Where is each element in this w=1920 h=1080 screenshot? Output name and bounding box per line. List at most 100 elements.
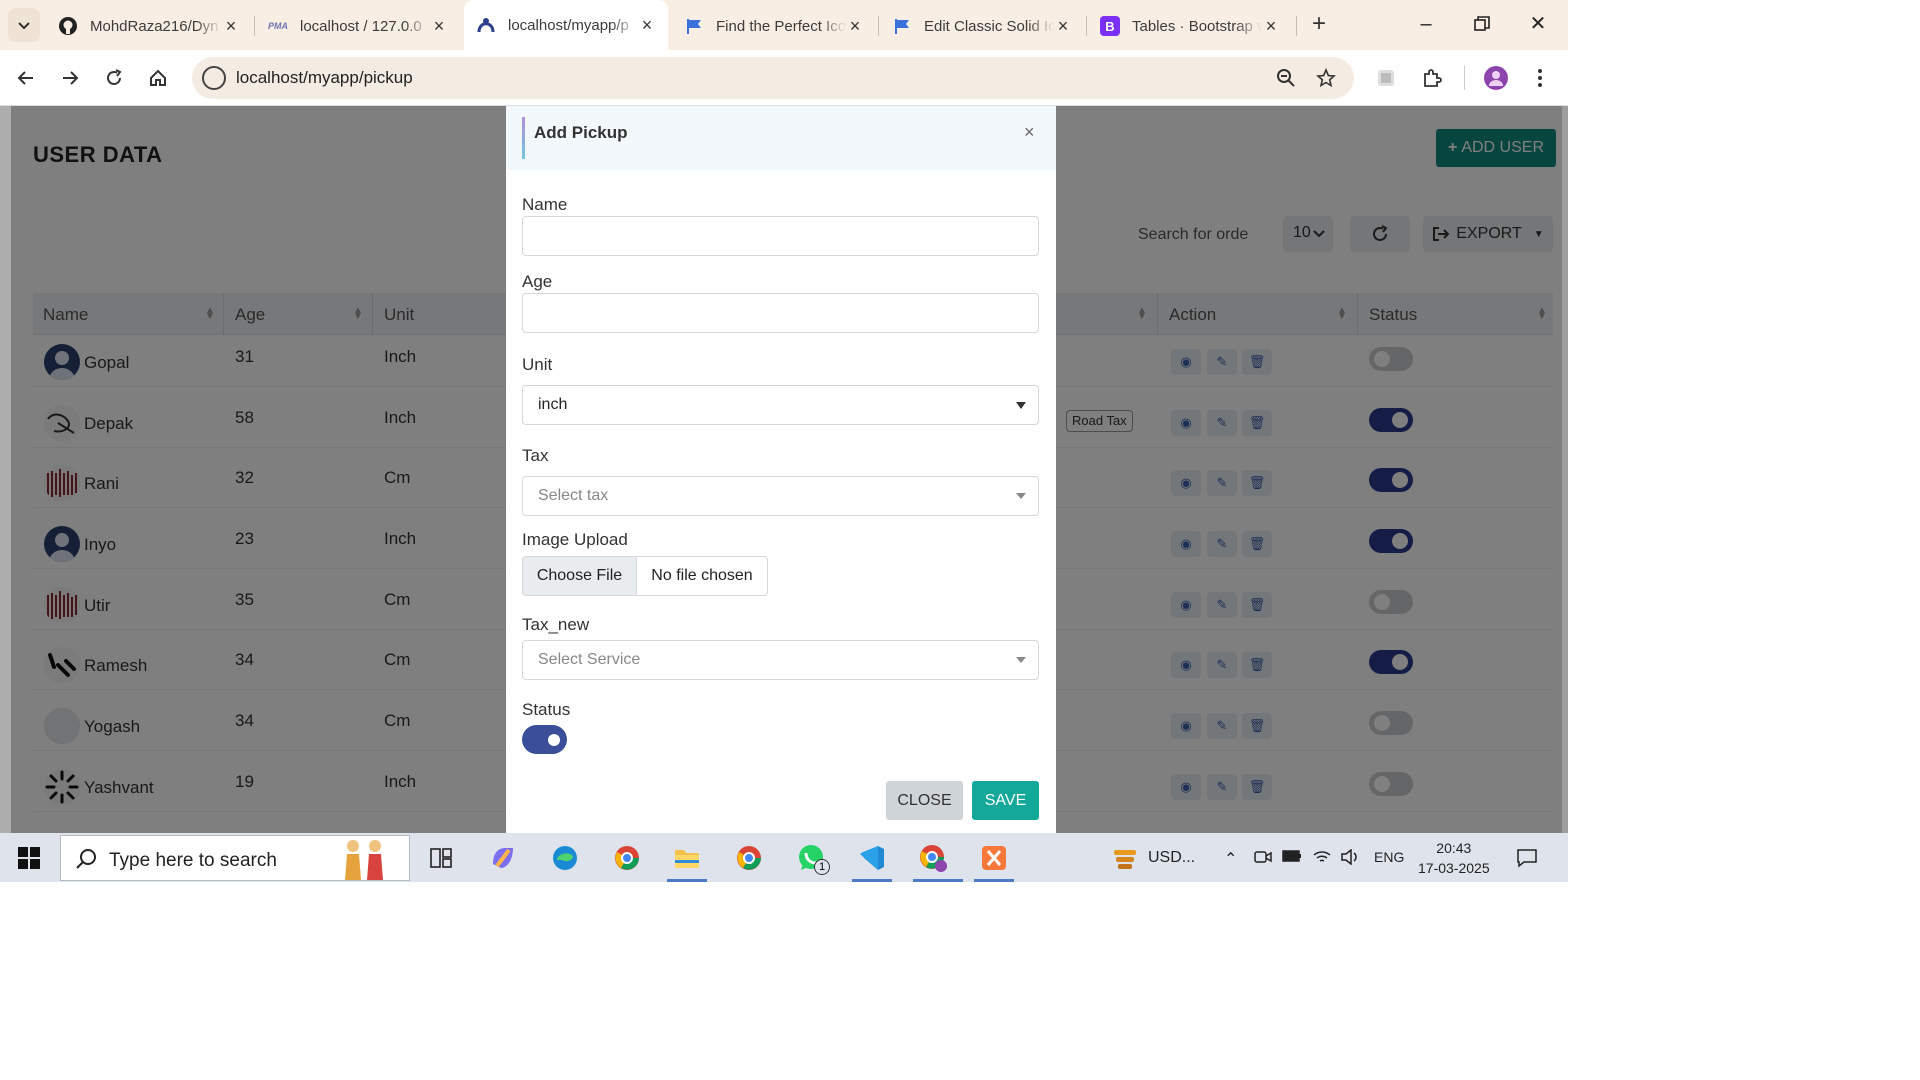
windows-taskbar: Type here to search 1 USD... ⌃ ENG 20:43… xyxy=(0,833,1568,882)
forward-arrow-icon[interactable] xyxy=(54,62,86,94)
running-indicator xyxy=(974,879,1014,882)
edge-browser-icon[interactable] xyxy=(548,841,582,875)
show-hidden-icons-icon[interactable]: ⌃ xyxy=(1224,849,1237,869)
clock-date: 17-03-2025 xyxy=(1418,860,1490,876)
browser-tab-fontawesome-edit[interactable]: Edit Classic Solid Ic × xyxy=(880,6,1084,46)
profile-avatar[interactable] xyxy=(1480,62,1512,94)
whatsapp-badge: 1 xyxy=(814,859,830,875)
close-tab-icon[interactable]: × xyxy=(1054,16,1072,37)
image-upload-input[interactable]: Choose File No file chosen xyxy=(522,556,768,596)
tax-select[interactable]: Select tax xyxy=(522,476,1039,516)
running-indicator xyxy=(913,879,963,882)
browser-menu-icon[interactable] xyxy=(1524,62,1556,94)
task-view-icon[interactable] xyxy=(424,841,458,875)
tab-title: localhost / 127.0.0 xyxy=(300,17,422,35)
tab-search-button[interactable] xyxy=(8,8,40,42)
name-label: Name xyxy=(522,195,568,214)
extension-icon[interactable] xyxy=(1370,62,1402,94)
choose-file-button[interactable]: Choose File xyxy=(523,557,637,595)
reload-icon[interactable] xyxy=(98,62,130,94)
close-tab-icon[interactable]: × xyxy=(1262,16,1280,37)
restore-window-icon[interactable] xyxy=(1462,10,1502,40)
unit-select[interactable]: inch xyxy=(522,385,1039,425)
tab-title: Find the Perfect Ico xyxy=(716,17,846,35)
address-bar[interactable]: localhost/myapp/pickup xyxy=(192,57,1354,99)
age-field[interactable] xyxy=(522,293,1039,333)
tray-widget-text[interactable]: USD... xyxy=(1148,849,1195,867)
tax-new-label: Tax_new xyxy=(522,615,590,634)
tax-placeholder: Select tax xyxy=(538,487,609,504)
close-tab-icon[interactable]: × xyxy=(846,16,864,37)
github-icon xyxy=(58,16,78,36)
url-text[interactable]: localhost/myapp/pickup xyxy=(236,68,413,88)
save-button[interactable]: SAVE xyxy=(972,781,1039,820)
bookmark-star-icon[interactable] xyxy=(1314,66,1338,90)
xampp-icon[interactable] xyxy=(977,841,1011,875)
volume-icon[interactable] xyxy=(1340,848,1360,870)
bootstrap-icon: B xyxy=(1100,16,1120,36)
browser-toolbar: localhost/myapp/pickup xyxy=(0,50,1568,106)
browser-tab-fontawesome-find[interactable]: Find the Perfect Ico × xyxy=(672,6,876,46)
modal-title: Add Pickup xyxy=(534,123,628,142)
windows-start-icon[interactable] xyxy=(18,847,40,869)
wifi-icon[interactable] xyxy=(1312,849,1332,870)
running-indicator xyxy=(667,879,707,882)
taskbar-search-box[interactable]: Type here to search xyxy=(60,835,410,881)
search-highlight-figures-icon xyxy=(345,840,383,880)
page-scrollbar[interactable] xyxy=(1562,106,1568,833)
weather-icon[interactable] xyxy=(1108,841,1142,875)
browser-tab-strip: MohdRaza216/Dyn × PMA localhost / 127.0.… xyxy=(0,0,1568,50)
vscode-icon[interactable] xyxy=(855,841,889,875)
fontawesome-flag-icon xyxy=(684,16,704,36)
browser-tab-bootstrap[interactable]: B Tables · Bootstrap v × xyxy=(1088,6,1292,46)
chrome-icon[interactable] xyxy=(732,841,766,875)
new-tab-button[interactable]: + xyxy=(1306,10,1332,40)
caret-down-icon xyxy=(1016,493,1026,499)
tab-title: Tables · Bootstrap v xyxy=(1132,17,1262,35)
add-pickup-modal: Add Pickup × Name Age Unit inch Tax Sele… xyxy=(506,106,1056,833)
language-indicator[interactable]: ENG xyxy=(1374,849,1404,865)
left-edge xyxy=(0,106,11,833)
name-field[interactable] xyxy=(522,216,1039,256)
extensions-puzzle-icon[interactable] xyxy=(1416,62,1448,94)
close-button[interactable]: CLOSE xyxy=(886,781,963,820)
chrome-profile-icon[interactable] xyxy=(610,841,644,875)
notifications-icon[interactable] xyxy=(1510,841,1544,875)
chrome-active-icon[interactable] xyxy=(916,841,950,875)
status-toggle[interactable] xyxy=(522,725,567,754)
page-content: USER DATA + ADD USER Search for orde 10 … xyxy=(0,106,1568,833)
close-tab-icon[interactable]: × xyxy=(222,16,240,37)
zoom-icon[interactable] xyxy=(1274,66,1298,90)
home-icon[interactable] xyxy=(142,62,174,94)
close-window-icon[interactable]: ✕ xyxy=(1518,10,1558,40)
toolbar-divider xyxy=(1464,66,1465,90)
browser-tab-github[interactable]: MohdRaza216/Dyn × xyxy=(46,6,252,46)
tax-label: Tax xyxy=(522,446,549,465)
close-tab-icon[interactable]: × xyxy=(430,16,448,37)
caret-down-icon xyxy=(1016,657,1026,663)
minimize-window-icon[interactable]: – xyxy=(1406,10,1446,40)
site-info-icon[interactable] xyxy=(202,66,226,90)
file-explorer-icon[interactable] xyxy=(670,841,704,875)
chevron-down-icon xyxy=(18,22,30,30)
battery-icon[interactable] xyxy=(1282,849,1302,868)
meet-now-icon[interactable] xyxy=(1254,849,1272,870)
tax-new-placeholder: Select Service xyxy=(538,651,641,668)
file-name-text: No file chosen xyxy=(651,567,753,584)
tax-new-select[interactable]: Select Service xyxy=(522,640,1039,680)
clock-time: 20:43 xyxy=(1436,840,1472,856)
close-tab-icon[interactable]: × xyxy=(638,15,656,36)
browser-tab-myapp[interactable]: localhost/myapp/p × xyxy=(464,0,668,50)
taskbar-search-placeholder: Type here to search xyxy=(109,850,277,871)
modal-header: Add Pickup × xyxy=(506,106,1056,170)
unit-label: Unit xyxy=(522,355,553,374)
whatsapp-icon[interactable]: 1 xyxy=(794,841,830,875)
close-icon[interactable]: × xyxy=(1024,122,1035,143)
system-clock[interactable]: 20:43 17-03-2025 xyxy=(1418,838,1490,878)
back-arrow-icon[interactable] xyxy=(10,62,42,94)
copilot-icon[interactable] xyxy=(486,841,520,875)
tab-separator xyxy=(878,16,879,36)
search-icon xyxy=(76,849,96,869)
browser-tab-phpmyadmin[interactable]: PMA localhost / 127.0.0 × xyxy=(256,6,460,46)
running-indicator xyxy=(852,879,892,882)
